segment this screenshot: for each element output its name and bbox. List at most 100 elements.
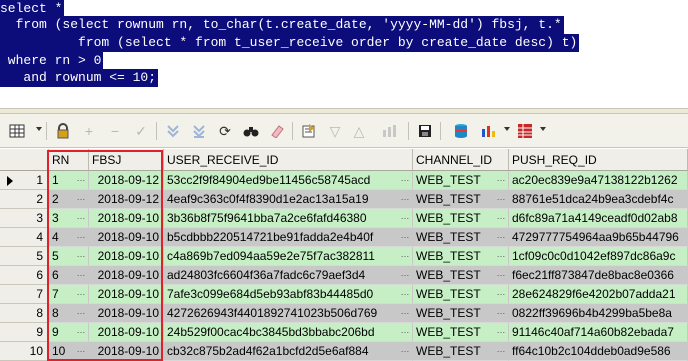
row-header[interactable]: 3 xyxy=(0,209,48,228)
cell-uid[interactable]: 4eaf9c363c0f4f8390d1e2ac13a15a19… xyxy=(164,190,413,209)
cell-uid[interactable]: 53cc2f9f84904ed9be11456c58745acd… xyxy=(164,171,413,190)
table-row[interactable]: 5 5… 2018-09-10 c4a869b7ed094aa59e2e75f7ac3… xyxy=(0,247,688,266)
cell-rn[interactable]: 5… xyxy=(49,247,89,266)
cell-editor-ellipsis-icon[interactable]: … xyxy=(495,326,506,337)
cell-fbsj[interactable]: 2018-09-10 xyxy=(89,266,164,285)
cell-fbsj[interactable]: 2018-09-10 xyxy=(89,304,164,323)
save-disk-icon[interactable] xyxy=(416,122,434,140)
table-row[interactable]: 6 6… 2018-09-10 ad24803fc6604f36a7fadc6c79a… xyxy=(0,266,688,285)
cell-editor-ellipsis-icon[interactable]: … xyxy=(399,250,410,261)
cell-editor-ellipsis-icon[interactable]: … xyxy=(75,288,86,299)
cell-editor-ellipsis-icon[interactable]: … xyxy=(75,193,86,204)
cell-editor-ellipsis-icon[interactable]: … xyxy=(399,326,410,337)
cell-uid[interactable]: c4a869b7ed094aa59e2e75f7ac382811… xyxy=(164,247,413,266)
table-grid-icon[interactable] xyxy=(516,122,534,140)
cell-ch[interactable]: WEB_TEST… xyxy=(413,304,509,323)
bar-chart-dropdown-arrow[interactable] xyxy=(504,127,510,131)
cell-editor-ellipsis-icon[interactable]: … xyxy=(75,212,86,223)
cell-fbsj[interactable]: 2018-09-12 xyxy=(89,190,164,209)
cell-push[interactable]: 91146c40af714a60b82ebada7 xyxy=(509,323,688,342)
cell-uid[interactable]: ad24803fc6604f36a7fadc6c79aef3d4… xyxy=(164,266,413,285)
cell-push[interactable]: ff64c10b2c104ddeb0ad9e586 xyxy=(509,342,688,361)
post-check-icon[interactable]: ✓ xyxy=(132,122,150,140)
cell-ch[interactable]: WEB_TEST… xyxy=(413,228,509,247)
cell-editor-ellipsis-icon[interactable]: … xyxy=(399,345,410,356)
row-header[interactable]: 6 xyxy=(0,266,48,285)
lock-icon[interactable] xyxy=(54,122,72,140)
cell-push[interactable]: 0822ff39696b4b4299ba5be8a xyxy=(509,304,688,323)
cell-editor-ellipsis-icon[interactable]: … xyxy=(75,307,86,318)
row-header[interactable]: 2 xyxy=(0,190,48,209)
filter-down-icon[interactable] xyxy=(164,122,182,140)
cell-ch[interactable]: WEB_TEST… xyxy=(413,190,509,209)
cell-uid[interactable]: 7afe3c099e684d5eb93abf83b44485d0… xyxy=(164,285,413,304)
cell-uid[interactable]: cb32c875b2ad4f62a1bcfd2d5e6af884… xyxy=(164,342,413,361)
row-header[interactable]: 8 xyxy=(0,304,48,323)
cell-push[interactable]: d6fc89a71a4149ceadf0d02ab8 xyxy=(509,209,688,228)
table-row[interactable]: 7 7… 2018-09-10 7afe3c099e684d5eb93abf83b44… xyxy=(0,285,688,304)
cell-push[interactable]: ac20ec839e9a47138122b1262 xyxy=(509,171,688,190)
cell-rn[interactable]: 4… xyxy=(49,228,89,247)
bar-chart-icon[interactable] xyxy=(480,122,498,140)
cell-ch[interactable]: WEB_TEST… xyxy=(413,266,509,285)
cell-ch[interactable]: WEB_TEST… xyxy=(413,209,509,228)
column-header-push-req-id[interactable]: PUSH_REQ_ID xyxy=(509,149,688,171)
cell-editor-ellipsis-icon[interactable]: … xyxy=(495,269,506,280)
cell-fbsj[interactable]: 2018-09-12 xyxy=(89,171,164,190)
column-header-user-receive-id[interactable]: USER_RECEIVE_ID xyxy=(164,149,413,171)
cell-rn[interactable]: 8… xyxy=(49,304,89,323)
row-header[interactable]: 9 xyxy=(0,323,48,342)
cell-uid[interactable]: 24b529f00cac4bc3845bd3bbabc206bd… xyxy=(164,323,413,342)
column-header-rn[interactable]: RN xyxy=(49,149,89,171)
table-row[interactable]: 2 2… 2018-09-12 4eaf9c363c0f4f8390d1e2ac13a… xyxy=(0,190,688,209)
cell-ch[interactable]: WEB_TEST… xyxy=(413,323,509,342)
cell-fbsj[interactable]: 2018-09-10 xyxy=(89,342,164,361)
refresh-icon[interactable]: ⟳ xyxy=(216,122,234,140)
cell-editor-ellipsis-icon[interactable]: … xyxy=(75,326,86,337)
export-query-icon[interactable] xyxy=(300,122,318,140)
row-header[interactable]: 4 xyxy=(0,228,48,247)
cell-editor-ellipsis-icon[interactable]: … xyxy=(399,193,410,204)
cell-uid[interactable]: 3b36b8f75f9641bba7a2ce6fafd46380… xyxy=(164,209,413,228)
cell-rn[interactable]: 1… xyxy=(49,171,89,190)
find-binoculars-icon[interactable] xyxy=(242,122,260,140)
cell-ch[interactable]: WEB_TEST… xyxy=(413,342,509,361)
row-header[interactable]: 5 xyxy=(0,247,48,266)
cell-editor-ellipsis-icon[interactable]: … xyxy=(495,288,506,299)
cell-editor-ellipsis-icon[interactable]: … xyxy=(495,307,506,318)
cell-editor-ellipsis-icon[interactable]: … xyxy=(495,250,506,261)
cell-editor-ellipsis-icon[interactable]: … xyxy=(399,307,410,318)
add-row-icon[interactable]: + xyxy=(80,122,98,140)
cell-push[interactable]: 28e624829f6e4202b07adda21 xyxy=(509,285,688,304)
cell-rn[interactable]: 9… xyxy=(49,323,89,342)
cell-fbsj[interactable]: 2018-09-10 xyxy=(89,247,164,266)
cell-rn[interactable]: 7… xyxy=(49,285,89,304)
cell-uid[interactable]: b5cdbbb220514721be91fadda2e4b40f… xyxy=(164,228,413,247)
column-header-fbsj[interactable]: FBSJ xyxy=(89,149,164,171)
delete-row-icon[interactable]: − xyxy=(106,122,124,140)
sql-editor[interactable]: select * from (select rownum rn, to_char… xyxy=(0,0,688,108)
cell-editor-ellipsis-icon[interactable]: … xyxy=(399,231,410,242)
cell-editor-ellipsis-icon[interactable]: … xyxy=(399,174,410,185)
column-header-channel-id[interactable]: CHANNEL_ID xyxy=(413,149,509,171)
cell-editor-ellipsis-icon[interactable]: … xyxy=(75,269,86,280)
cell-fbsj[interactable]: 2018-09-10 xyxy=(89,209,164,228)
grid-menu-dropdown-arrow[interactable] xyxy=(36,127,42,131)
cell-editor-ellipsis-icon[interactable]: … xyxy=(75,345,86,356)
database-icon[interactable] xyxy=(452,122,470,140)
cell-editor-ellipsis-icon[interactable]: … xyxy=(495,231,506,242)
table-row[interactable]: 1 1… 2018-09-12 53cc2f9f84904ed9be11456c587… xyxy=(0,171,688,190)
cell-editor-ellipsis-icon[interactable]: … xyxy=(399,212,410,223)
table-row[interactable]: 10 10 … 2018-09-10 cb32c875b2ad4f62a1bcfd2d5… xyxy=(0,342,688,361)
sort-down-icon[interactable]: ▽ xyxy=(326,122,344,140)
cell-editor-ellipsis-icon[interactable]: … xyxy=(75,250,86,261)
cell-editor-ellipsis-icon[interactable]: … xyxy=(399,269,410,280)
clear-eraser-icon[interactable] xyxy=(268,122,286,140)
cell-push[interactable]: 1cf09c0c0d1042ef897dc86a9c xyxy=(509,247,688,266)
cell-rn[interactable]: 10… xyxy=(49,342,89,361)
results-grid[interactable]: RN FBSJ USER_RECEIVE_ID CHANNEL_ID PUSH_… xyxy=(0,148,688,361)
cell-ch[interactable]: WEB_TEST… xyxy=(413,171,509,190)
cell-editor-ellipsis-icon[interactable]: … xyxy=(495,345,506,356)
cell-ch[interactable]: WEB_TEST… xyxy=(413,247,509,266)
cell-push[interactable]: 4729777754964aa9b65b44796 xyxy=(509,228,688,247)
